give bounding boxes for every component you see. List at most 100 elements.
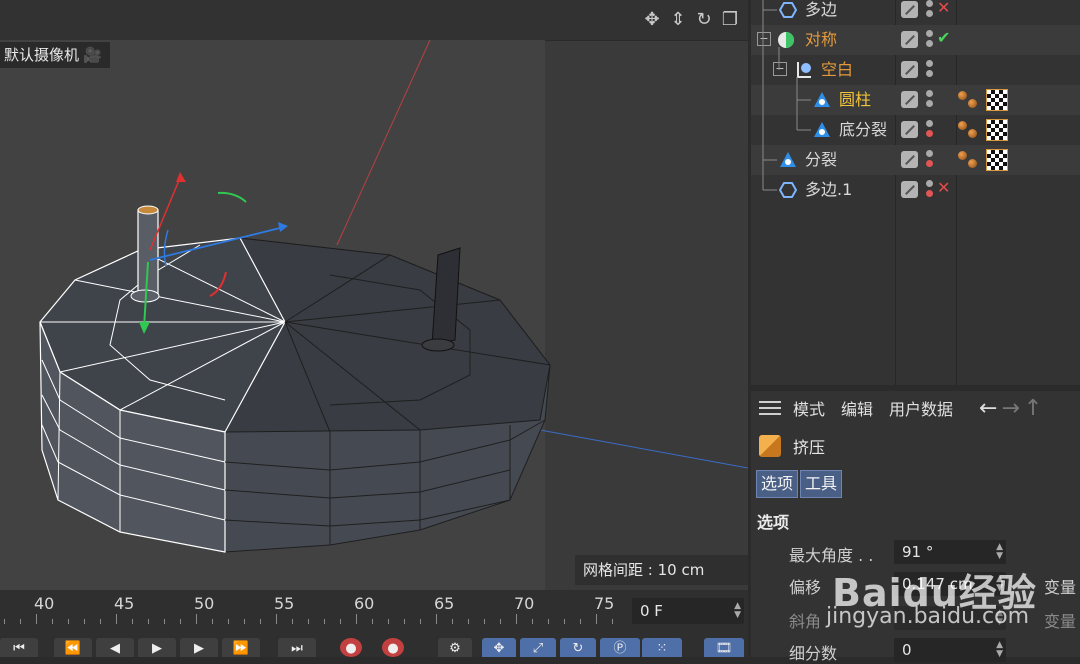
- editor-visibility-toggle[interactable]: [901, 31, 918, 48]
- param-label-bevel: 斜角: [789, 612, 822, 631]
- timeline-window-button[interactable]: 🎞: [704, 638, 744, 657]
- timeline-tick: [324, 619, 325, 624]
- timeline-tick: [116, 614, 117, 624]
- timeline-tick: [436, 614, 437, 624]
- goto-start-button[interactable]: ⏮: [0, 638, 38, 657]
- camera-label[interactable]: 默认摄像机 🎥: [0, 42, 110, 68]
- timeline-tick: [356, 614, 357, 624]
- key-position-button[interactable]: ✥: [482, 638, 516, 657]
- object-tags[interactable]: [958, 119, 1008, 141]
- spinner-icon[interactable]: ▲ ▼: [734, 602, 741, 620]
- current-frame-value: 0 F: [640, 602, 663, 620]
- menu-user-data[interactable]: 用户数据: [889, 396, 953, 420]
- timeline-tick: [52, 619, 53, 624]
- timeline-tick: [500, 619, 501, 624]
- record-key-button[interactable]: ●: [340, 638, 362, 657]
- visibility-dots[interactable]: [926, 118, 934, 142]
- texture-tag-icon[interactable]: [986, 89, 1008, 111]
- key-pla-button[interactable]: ⁙: [642, 638, 682, 657]
- disabled-x-icon[interactable]: ✕: [937, 0, 950, 17]
- material-tag-icon[interactable]: [958, 89, 980, 111]
- timeline-tick: [548, 619, 549, 624]
- timeline-tick: [580, 619, 581, 624]
- visibility-dots[interactable]: [926, 28, 934, 52]
- object-tags[interactable]: [958, 89, 1008, 111]
- visibility-dots[interactable]: [926, 148, 934, 172]
- dark-pin: [431, 247, 461, 346]
- material-tag-icon[interactable]: [958, 149, 980, 171]
- timeline-tick: [212, 619, 213, 624]
- play-button[interactable]: ▶: [138, 638, 176, 657]
- next-frame-button[interactable]: ▶: [180, 638, 218, 657]
- timeline-tick: [68, 619, 69, 624]
- param-label-subdivision: 细分数: [789, 644, 838, 663]
- timeline-tick-label: 65: [434, 594, 455, 613]
- visibility-dots[interactable]: [926, 0, 934, 22]
- key-rotation-button[interactable]: ↻: [560, 638, 596, 657]
- spinner-icon[interactable]: ▲ ▼: [996, 641, 1003, 659]
- key-scale-button[interactable]: ⤢: [520, 638, 556, 657]
- tab-options[interactable]: 选项: [756, 470, 799, 498]
- editor-visibility-toggle[interactable]: [901, 91, 918, 108]
- timeline-ruler[interactable]: 40 45 50 55 60 65 70 75: [0, 590, 625, 626]
- scene-geometry[interactable]: [0, 0, 748, 590]
- object-manager: 多边 ✕ − 对称 ✔ − 空白 圆柱 底分裂 分裂 多边.1 ✕: [751, 0, 1080, 385]
- editor-visibility-toggle[interactable]: [901, 61, 918, 78]
- prev-frame-button[interactable]: ◀: [96, 638, 134, 657]
- timeline-tick: [340, 619, 341, 624]
- back-arrow-icon[interactable]: ←: [979, 396, 997, 421]
- timeline-tick: [516, 614, 517, 624]
- z-axis-line: [539, 429, 748, 469]
- timeline-tick: [308, 619, 309, 624]
- key-settings-button[interactable]: ⚙: [438, 638, 472, 657]
- timeline-tick: [484, 619, 485, 624]
- editor-visibility-toggle[interactable]: [901, 151, 918, 168]
- timeline-tick: [468, 619, 469, 624]
- forward-arrow-icon[interactable]: →: [1001, 396, 1019, 421]
- menu-edit[interactable]: 编辑: [841, 396, 873, 420]
- goto-end-button[interactable]: ⏭: [278, 638, 316, 657]
- texture-tag-icon[interactable]: [986, 149, 1008, 171]
- enabled-check-icon[interactable]: ✔: [937, 28, 950, 47]
- key-parameter-button[interactable]: Ⓟ: [600, 638, 640, 657]
- timeline-tick: [260, 619, 261, 624]
- disabled-x-icon[interactable]: ✕: [937, 178, 950, 197]
- editor-visibility-toggle[interactable]: [901, 181, 918, 198]
- menu-mode[interactable]: 模式: [793, 396, 825, 420]
- editor-visibility-toggle[interactable]: [901, 121, 918, 138]
- material-tag-icon[interactable]: [958, 119, 980, 141]
- visibility-dots[interactable]: [926, 58, 934, 82]
- attributes-menu-bar: 模式 编辑 用户数据 ← → ↑: [751, 391, 1080, 425]
- prev-key-button[interactable]: ⏪: [54, 638, 92, 657]
- camera-name: 默认摄像机: [4, 46, 80, 64]
- offset-field[interactable]: 0.147 cm ▲ ▼: [894, 572, 1006, 596]
- editor-visibility-toggle[interactable]: [901, 1, 918, 18]
- timeline-tick: [532, 619, 533, 624]
- timeline-tick: [612, 619, 613, 624]
- extrude-tool-icon: [759, 435, 781, 457]
- attributes-manager: 模式 编辑 用户数据 ← → ↑ 挤压 选项 工具 选项 最大角度 . . 91…: [751, 391, 1080, 663]
- max-angle-field[interactable]: 91 ° ▲ ▼: [894, 540, 1006, 564]
- timeline-tick: [564, 619, 565, 624]
- auto-key-button[interactable]: ●: [382, 638, 404, 657]
- object-tags[interactable]: [958, 149, 1008, 171]
- timeline-tick-label: 50: [194, 594, 215, 613]
- 3d-viewport[interactable]: ✥ ⇕ ↻ ❐ 默认摄像机 🎥 网格间距: 10 cm: [0, 0, 748, 590]
- visibility-dots[interactable]: [926, 178, 934, 202]
- tab-tool[interactable]: 工具: [800, 470, 843, 498]
- timeline-tick: [276, 614, 277, 624]
- spinner-icon[interactable]: ▲ ▼: [996, 543, 1003, 561]
- up-arrow-icon[interactable]: ↑: [1024, 396, 1042, 421]
- bevel-field[interactable]: ▲ ▼: [894, 606, 1006, 630]
- texture-tag-icon[interactable]: [986, 119, 1008, 141]
- current-frame-field[interactable]: 0 F ▲ ▼: [632, 598, 744, 624]
- subdivision-field[interactable]: 0 ▲ ▼: [894, 638, 1006, 662]
- next-key-button[interactable]: ⏩: [222, 638, 260, 657]
- subdivision-value: 0: [902, 641, 912, 659]
- menu-icon[interactable]: [759, 397, 781, 419]
- timeline-tick: [244, 619, 245, 624]
- visibility-dots[interactable]: [926, 88, 934, 112]
- spinner-icon[interactable]: ▲ ▼: [996, 575, 1003, 593]
- x-axis-line: [336, 39, 431, 246]
- spinner-icon[interactable]: ▲ ▼: [996, 609, 1003, 627]
